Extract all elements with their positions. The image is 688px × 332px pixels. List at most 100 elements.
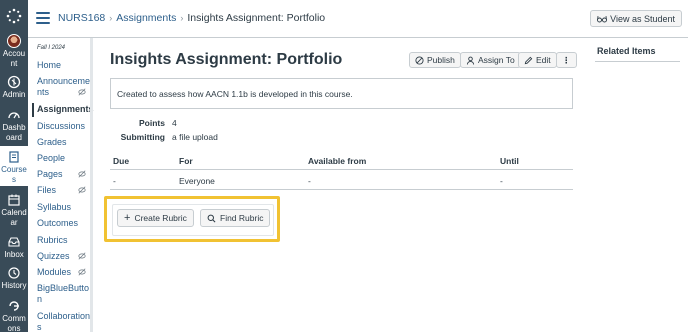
table-header-available: Available from — [308, 156, 367, 166]
breadcrumb: NURS168 › Assignments › Insights Assignm… — [58, 12, 325, 24]
table-cell-due: - — [113, 176, 116, 186]
course-nav-bbb-label-1: BigBlueButto — [37, 283, 90, 293]
course-nav-syllabus[interactable]: Syllabus — [37, 202, 90, 213]
hidden-eye-icon — [78, 186, 86, 194]
course-nav-files-label: Files — [37, 185, 57, 195]
clock-icon — [8, 267, 20, 279]
assignment-description: Created to assess how AACN 1.1b is devel… — [110, 78, 573, 109]
more-options-button[interactable]: ⋮ — [556, 52, 577, 68]
table-cell-available: - — [308, 176, 311, 186]
course-nav-grades[interactable]: Grades — [37, 137, 90, 148]
shield-icon — [7, 75, 21, 89]
hidden-eye-icon — [78, 88, 86, 96]
hidden-eye-icon — [78, 268, 86, 276]
breadcrumb-separator-icon: › — [180, 13, 184, 23]
commons-icon — [9, 301, 19, 311]
global-nav: Accou nt Admin Dashb oard Course s Calen… — [0, 0, 28, 332]
hidden-eye-icon — [78, 170, 86, 178]
course-nav-collab-label-2: s — [37, 322, 42, 332]
inbox-icon — [8, 237, 20, 247]
course-nav-announcements[interactable]: Announceme nts — [37, 76, 90, 98]
course-nav-discussions[interactable]: Discussions — [37, 121, 90, 132]
global-nav-admin-label: Admin — [2, 90, 26, 99]
global-nav-admin[interactable]: Admin — [0, 75, 28, 100]
global-nav-dashboard-label-1: Dashb — [2, 123, 26, 132]
global-nav-commons-label-1: Comm — [2, 314, 26, 323]
breadcrumb-current: Insights Assignment: Portfolio — [187, 12, 326, 24]
create-rubric-button[interactable]: + Create Rubric — [117, 209, 194, 227]
breadcrumb-separator-icon: › — [109, 13, 113, 23]
hamburger-menu-icon[interactable] — [36, 12, 50, 24]
related-items-heading: Related Items — [597, 46, 656, 56]
global-nav-history-label: History — [1, 281, 27, 290]
pencil-icon — [524, 56, 533, 64]
table-header-until: Until — [500, 156, 519, 166]
canvas-logo-icon[interactable] — [0, 0, 28, 32]
global-nav-calendar-label-1: Calend — [1, 208, 27, 217]
table-header-due: Due — [113, 156, 130, 166]
table-divider — [110, 189, 573, 190]
course-nav-bbb-label-2: n — [37, 294, 43, 304]
global-nav-inbox[interactable]: Inbox — [0, 235, 28, 260]
global-nav-account-label-2: nt — [10, 59, 18, 68]
edit-label: Edit — [536, 55, 551, 65]
course-nav-assignments[interactable]: Assignments — [37, 104, 94, 115]
term-label: Fall I 2024 — [37, 45, 66, 51]
view-as-student-label: View as Student — [610, 13, 675, 24]
find-rubric-button[interactable]: Find Rubric — [200, 209, 271, 227]
table-cell-until: - — [500, 176, 503, 186]
course-nav-rubrics[interactable]: Rubrics — [37, 235, 90, 246]
course-nav-announcements-label-2: nts — [37, 87, 50, 97]
global-nav-dashboard[interactable]: Dashb oard — [0, 108, 28, 143]
course-nav-pages[interactable]: Pages — [37, 169, 90, 180]
course-nav-bigbluebutton[interactable]: BigBlueButto n — [37, 283, 90, 305]
global-nav-calendar-label-2: ar — [10, 218, 18, 227]
course-nav-people[interactable]: People — [37, 153, 90, 164]
course-nav-quizzes-label: Quizzes — [37, 251, 70, 261]
view-as-student-button[interactable]: View as Student — [590, 10, 682, 27]
hidden-eye-icon — [78, 252, 86, 260]
global-nav-commons[interactable]: Comm ons — [0, 299, 28, 332]
global-nav-calendar[interactable]: Calend ar — [0, 193, 28, 228]
submitting-value: a file upload — [172, 132, 218, 142]
course-nav-announcements-label-1: Announceme — [37, 76, 91, 86]
publish-button[interactable]: Publish — [409, 52, 461, 68]
page-title: Insights Assignment: Portfolio — [110, 51, 343, 68]
submitting-label: Submitting — [120, 132, 165, 142]
breadcrumb-course[interactable]: NURS168 — [58, 12, 105, 24]
breadcrumb-assignments[interactable]: Assignments — [116, 12, 176, 24]
app: Accou nt Admin Dashb oard Course s Calen… — [0, 0, 688, 332]
global-nav-history[interactable]: History — [0, 266, 28, 291]
course-nav-files[interactable]: Files — [37, 185, 90, 196]
course-nav-modules[interactable]: Modules — [37, 267, 90, 278]
dashboard-icon — [8, 112, 20, 119]
course-nav-collab-label-1: Collaboration — [37, 311, 91, 321]
table-cell-for: Everyone — [179, 176, 215, 186]
global-nav-account[interactable]: Accou nt — [0, 34, 28, 69]
global-nav-account-label-1: Accou — [2, 49, 26, 58]
course-nav-scrollbar[interactable] — [90, 38, 93, 332]
avatar — [7, 34, 21, 48]
course-nav-collaborations[interactable]: Collaboration s — [37, 311, 90, 332]
kebab-icon: ⋮ — [562, 55, 571, 65]
table-header-for: For — [179, 156, 193, 166]
course-nav-pages-label: Pages — [37, 169, 63, 179]
assign-to-button[interactable]: Assign To — [460, 52, 521, 68]
related-items-divider — [595, 61, 680, 62]
course-nav-quizzes[interactable]: Quizzes — [37, 251, 90, 262]
course-nav-home[interactable]: Home — [37, 60, 90, 71]
global-nav-courses-label-2: s — [12, 175, 16, 184]
find-rubric-label: Find Rubric — [220, 213, 264, 223]
plus-icon: + — [124, 212, 131, 224]
calendar-icon — [8, 194, 20, 206]
unpublished-icon — [415, 55, 424, 65]
edit-button[interactable]: Edit — [518, 52, 557, 68]
top-bar: NURS168 › Assignments › Insights Assignm… — [28, 0, 688, 38]
global-nav-courses[interactable]: Course s — [0, 146, 28, 186]
book-icon — [9, 151, 19, 163]
search-icon — [207, 214, 216, 222]
publish-label: Publish — [427, 55, 455, 65]
course-nav-outcomes[interactable]: Outcomes — [37, 218, 90, 229]
active-indicator — [32, 103, 34, 117]
global-nav-inbox-label: Inbox — [4, 250, 24, 259]
